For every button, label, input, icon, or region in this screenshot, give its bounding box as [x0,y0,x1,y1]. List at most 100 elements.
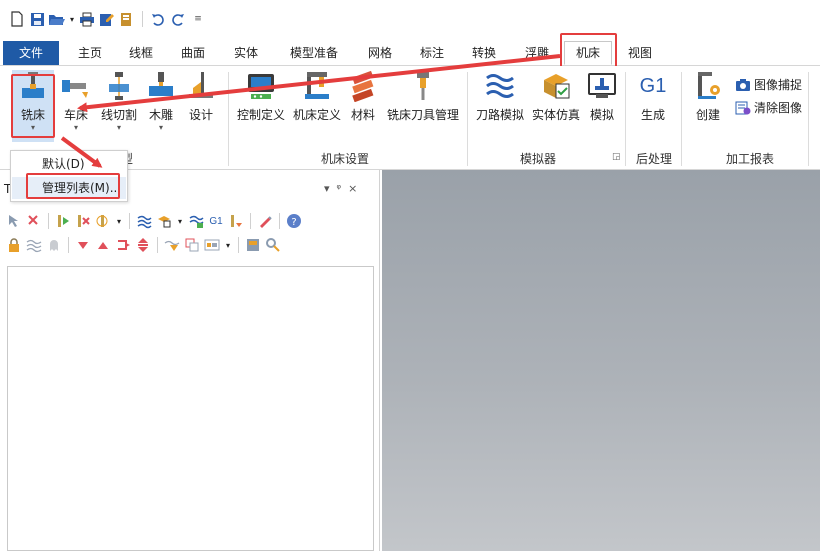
filter-toolpath-icon[interactable] [164,237,180,253]
new-file-icon[interactable] [8,10,26,28]
toggle-display-icon[interactable] [26,237,42,253]
menu-item-default[interactable]: 默认(D) [12,153,126,175]
material-label: 材料 [350,108,375,122]
expand-collapse-icon[interactable] [135,237,151,253]
create-label: 创建 [695,108,720,122]
bookmark-icon[interactable] [118,10,136,28]
tab-annotate[interactable]: 标注 [414,42,450,64]
clear-images-button[interactable]: 清除图像 [735,99,802,116]
select-all-icon[interactable] [6,213,22,229]
simulate-toolpath-icon[interactable] [95,213,111,229]
verify-icon[interactable] [156,213,172,229]
machine-setup-group-label: 机床设置 [320,152,369,166]
display-options-icon[interactable] [204,237,220,253]
design-label: 设计 [188,108,213,122]
toolbar-separator [157,237,158,253]
menu-item-manage-list[interactable]: 管理列表(M)... [12,177,126,199]
toolpath-simulation-icon [486,74,514,98]
copy-layer-icon[interactable] [184,237,200,253]
chevron-down-icon[interactable]: ▾ [224,237,232,253]
chevron-down-icon: ▾ [73,123,78,132]
save-icon[interactable] [28,10,46,28]
group-separator [467,72,468,166]
dialog-launcher-icon[interactable]: ◲ [612,152,621,162]
mill-tool-manager-button[interactable]: 铣床刀具管理 [384,70,462,123]
move-up-icon[interactable] [95,237,111,253]
toolpath-tree[interactable] [7,266,374,551]
generate-post-button[interactable]: G1 生成 [631,70,675,123]
delete-toolpath-icon[interactable] [257,213,273,229]
create-report-icon [698,72,720,99]
group-separator [228,72,229,166]
tab-home[interactable]: 主页 [72,42,108,64]
backplot-icon[interactable] [136,213,152,229]
machine-definition-icon [305,72,329,99]
solid-simulation-label: 实体仿真 [531,108,580,122]
toolbar-separator [238,237,239,253]
regenerate-dirty-icon[interactable] [75,213,91,229]
insert-arrow-icon[interactable] [115,237,131,253]
lock-icon[interactable] [6,237,22,253]
report-group-label: 加工报表 [725,152,774,166]
design-button[interactable]: 设计 [183,70,219,123]
tab-mesh[interactable]: 网格 [362,42,398,64]
simulate-icon [588,73,616,98]
help-icon[interactable]: ? [286,213,302,229]
toolpath-simulation-label: 刀路模拟 [475,108,524,122]
chevron-down-icon[interactable]: ▾ [176,213,184,229]
undo-icon[interactable] [149,10,167,28]
tab-surface[interactable]: 曲面 [175,42,211,64]
tab-machine[interactable]: 机床 [564,41,612,65]
open-icon[interactable] [48,10,66,28]
graphics-viewport[interactable] [382,170,820,551]
tab-view[interactable]: 视图 [622,42,658,64]
machine-group-icon[interactable] [245,237,261,253]
tab-solid[interactable]: 实体 [228,42,264,64]
solid-simulation-button[interactable]: 实体仿真 [529,70,583,123]
lathe-button[interactable]: 车床 ▾ [58,70,94,133]
high-feed-icon[interactable] [228,213,244,229]
router-button[interactable]: 木雕 ▾ [143,70,179,133]
tab-transform[interactable]: 转换 [466,42,502,64]
mill-tool-manager-label: 铣床刀具管理 [386,108,459,122]
design-icon [189,72,213,98]
regenerate-icon[interactable] [55,213,71,229]
control-definition-button[interactable]: 控制定义 [234,70,288,123]
camera-icon [736,78,750,91]
redo-icon[interactable] [169,10,187,28]
panel-toolbar-row-2: ▾ [6,234,281,256]
mill-button[interactable]: 铣床 ▾ [12,70,54,142]
group-separator [625,72,626,166]
tab-wireframe[interactable]: 线框 [123,42,159,64]
control-definition-icon [248,74,274,99]
ghost-icon[interactable] [46,237,62,253]
move-down-icon[interactable] [75,237,91,253]
open-dropdown-icon[interactable]: ▾ [68,10,76,28]
simulate-button[interactable]: 模拟 [585,70,619,123]
edit-icon[interactable] [98,10,116,28]
clear-image-icon [735,101,751,114]
toolbar-separator [48,213,49,229]
panel-controls[interactable]: ▾ ᵠ × [324,182,357,195]
tab-relief[interactable]: 浮雕 [519,42,555,64]
customize-icon[interactable]: ≡ [189,10,207,28]
tab-model-prep[interactable]: 模型准备 [282,42,346,64]
material-button[interactable]: 材料 [346,70,380,123]
toolpath-simulation-button[interactable]: 刀路模拟 [473,70,527,123]
post-selected-icon[interactable]: G1 [208,213,224,229]
image-capture-button[interactable]: 图像捕捉 [735,76,802,93]
print-icon[interactable] [78,10,96,28]
lathe-icon [62,80,88,98]
chevron-down-icon: ▾ [158,123,163,132]
machine-definition-button[interactable]: 机床定义 [290,70,344,123]
deselect-icon[interactable] [26,213,42,229]
simulator-icon[interactable] [188,213,204,229]
create-report-button[interactable]: 创建 [688,70,728,123]
lathe-label: 车床 [63,108,88,122]
chevron-down-icon[interactable]: ▾ [115,213,123,229]
settings-wrench-icon[interactable] [265,237,281,253]
group-separator [681,72,682,166]
panel-toolbar-row-1: ▾ ▾ G1 ? [6,210,302,232]
wire-edm-button[interactable]: 线切割 ▾ [97,70,141,133]
tab-file[interactable]: 文件 [3,41,59,65]
